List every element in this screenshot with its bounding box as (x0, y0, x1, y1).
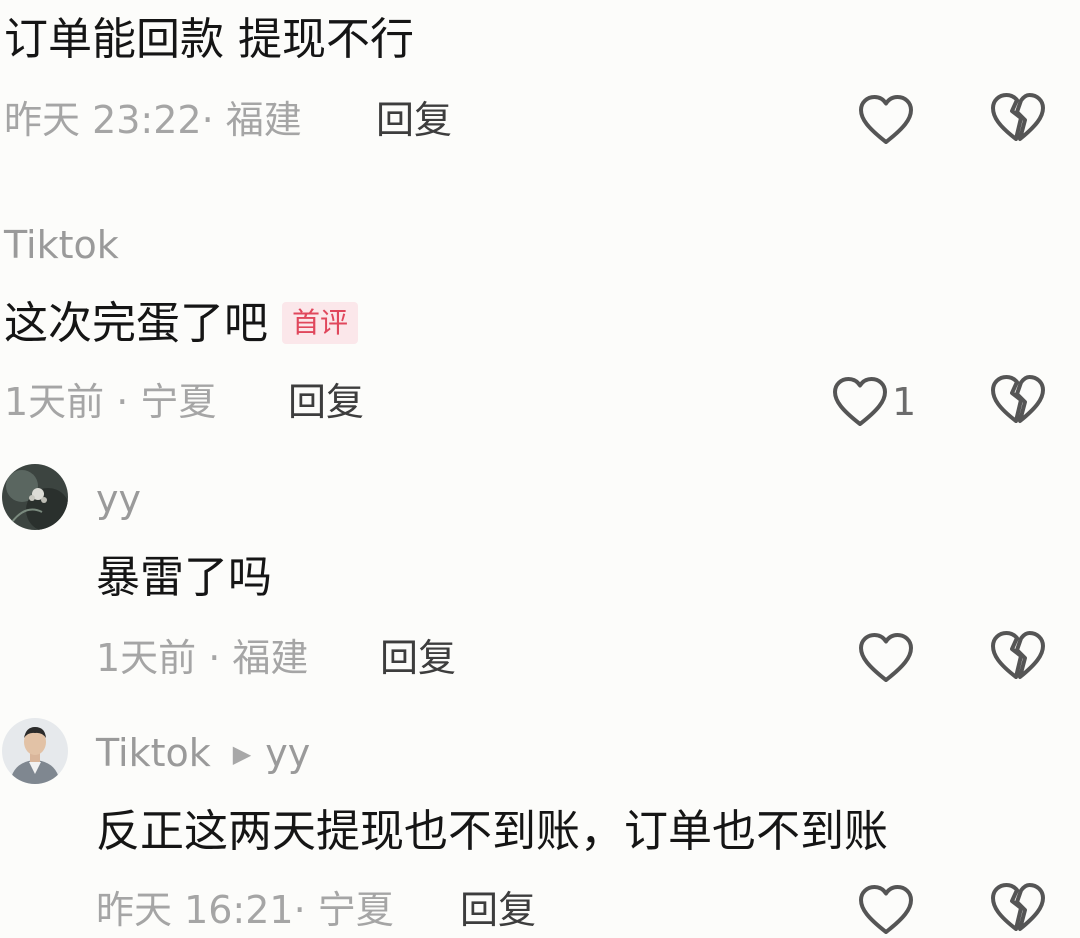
reply-button[interactable]: 回复 (288, 378, 364, 426)
comment-username[interactable]: yy (96, 476, 141, 522)
dislike-button[interactable] (990, 630, 1046, 686)
dislike-button[interactable] (990, 92, 1046, 148)
comment-1: 订单能回款 提现不行 昨天 23:22· 福建 回复 (0, 0, 1080, 160)
comment-2: Tiktok 这次完蛋了吧 首评 1天前 · 宁夏 回复 1 (0, 210, 1080, 450)
comment-meta: 1天前 · 福建 (96, 636, 309, 680)
like-count: 1 (892, 380, 917, 424)
comment-text: 这次完蛋了吧 首评 (4, 296, 359, 352)
comment-text-body: 这次完蛋了吧 (4, 298, 268, 349)
heart-outline-icon (858, 632, 914, 684)
comment-username[interactable]: Tiktok (4, 222, 119, 268)
reply-button[interactable]: 回复 (460, 886, 536, 934)
broken-heart-outline-icon (990, 374, 1046, 426)
play-triangle-icon: ▶ (232, 740, 252, 768)
comment-username: Tiktok ▶ yy (96, 730, 310, 777)
comment-text: 反正这两天提现也不到账，订单也不到账 (96, 806, 888, 857)
avatar[interactable] (2, 464, 68, 530)
heart-outline-icon (832, 376, 888, 428)
comment-3: yy 暴雷了吗 1天前 · 福建 回复 (0, 462, 1080, 702)
heart-outline-icon (858, 884, 914, 936)
like-button[interactable]: 1 (832, 374, 916, 430)
heart-outline-icon (858, 94, 914, 146)
like-button[interactable] (858, 630, 914, 686)
like-button[interactable] (858, 882, 914, 938)
broken-heart-outline-icon (990, 92, 1046, 144)
avatar[interactable] (2, 718, 68, 784)
broken-heart-outline-icon (990, 630, 1046, 682)
first-comment-badge: 首评 (282, 302, 359, 344)
like-button[interactable] (858, 92, 914, 148)
dislike-button[interactable] (990, 374, 1046, 430)
reply-author[interactable]: Tiktok (96, 731, 211, 775)
comment-meta: 昨天 23:22· 福建 (4, 98, 302, 142)
comment-text: 暴雷了吗 (96, 552, 272, 603)
comment-meta: 昨天 16:21· 宁夏 (96, 888, 394, 932)
comment-4: Tiktok ▶ yy 反正这两天提现也不到账，订单也不到账 昨天 16:21· 宁… (0, 716, 1080, 934)
dislike-button[interactable] (990, 882, 1046, 938)
reply-target[interactable]: yy (265, 731, 310, 775)
comment-meta: 1天前 · 宁夏 (4, 380, 217, 424)
reply-button[interactable]: 回复 (376, 96, 452, 144)
comment-text: 订单能回款 提现不行 (4, 14, 414, 65)
broken-heart-outline-icon (990, 882, 1046, 934)
reply-button[interactable]: 回复 (380, 634, 456, 682)
